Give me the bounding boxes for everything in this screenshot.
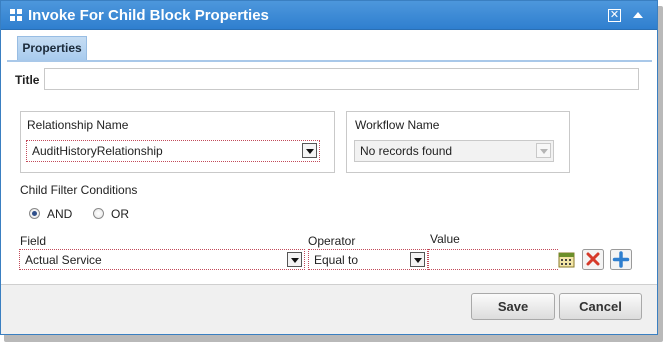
operator-value: Equal to: [314, 253, 359, 267]
field-select[interactable]: Actual Service: [19, 249, 305, 270]
close-icon[interactable]: ✕: [608, 9, 621, 22]
or-radio[interactable]: [93, 208, 104, 219]
chevron-down-icon: [536, 143, 551, 158]
dialog-titlebar[interactable]: Invoke For Child Block Properties ✕: [1, 1, 657, 30]
grid-icon: [10, 9, 22, 21]
calendar-icon[interactable]: [558, 251, 575, 268]
collapse-icon[interactable]: [633, 12, 643, 18]
dialog-title: Invoke For Child Block Properties: [28, 7, 269, 24]
value-input[interactable]: [428, 249, 558, 270]
workflow-name-select[interactable]: No records found: [354, 140, 554, 162]
workflow-group: Workflow Name No records found: [346, 111, 570, 173]
title-label: Title: [15, 73, 40, 87]
value-label: Value: [430, 232, 460, 246]
relationship-group: Relationship Name AuditHistoryRelationsh…: [20, 111, 335, 173]
relationship-name-select[interactable]: AuditHistoryRelationship: [26, 140, 320, 162]
properties-dialog: Invoke For Child Block Properties ✕ Prop…: [0, 0, 658, 335]
dialog-footer: Save Cancel: [1, 284, 657, 334]
operator-label: Operator: [308, 234, 356, 248]
or-label: OR: [111, 207, 129, 221]
and-radio[interactable]: [29, 208, 40, 219]
child-filter-label: Child Filter Conditions: [20, 183, 138, 197]
tab-properties[interactable]: Properties: [17, 36, 87, 60]
and-label: AND: [47, 207, 73, 221]
relationship-name-value: AuditHistoryRelationship: [32, 144, 163, 158]
field-value: Actual Service: [25, 253, 102, 267]
chevron-down-icon[interactable]: [410, 252, 425, 267]
delete-icon[interactable]: [582, 249, 604, 270]
chevron-down-icon[interactable]: [302, 143, 317, 158]
cancel-button[interactable]: Cancel: [559, 293, 642, 320]
title-input[interactable]: [44, 68, 639, 90]
save-button[interactable]: Save: [471, 293, 555, 320]
operator-select[interactable]: Equal to: [308, 249, 428, 270]
chevron-down-icon[interactable]: [287, 252, 302, 267]
field-label: Field: [20, 234, 47, 248]
add-icon[interactable]: [610, 249, 632, 270]
workflow-name-label: Workflow Name: [355, 118, 440, 132]
tab-strip: Properties: [7, 34, 652, 62]
workflow-name-value: No records found: [360, 144, 453, 158]
relationship-name-label: Relationship Name: [27, 118, 129, 132]
